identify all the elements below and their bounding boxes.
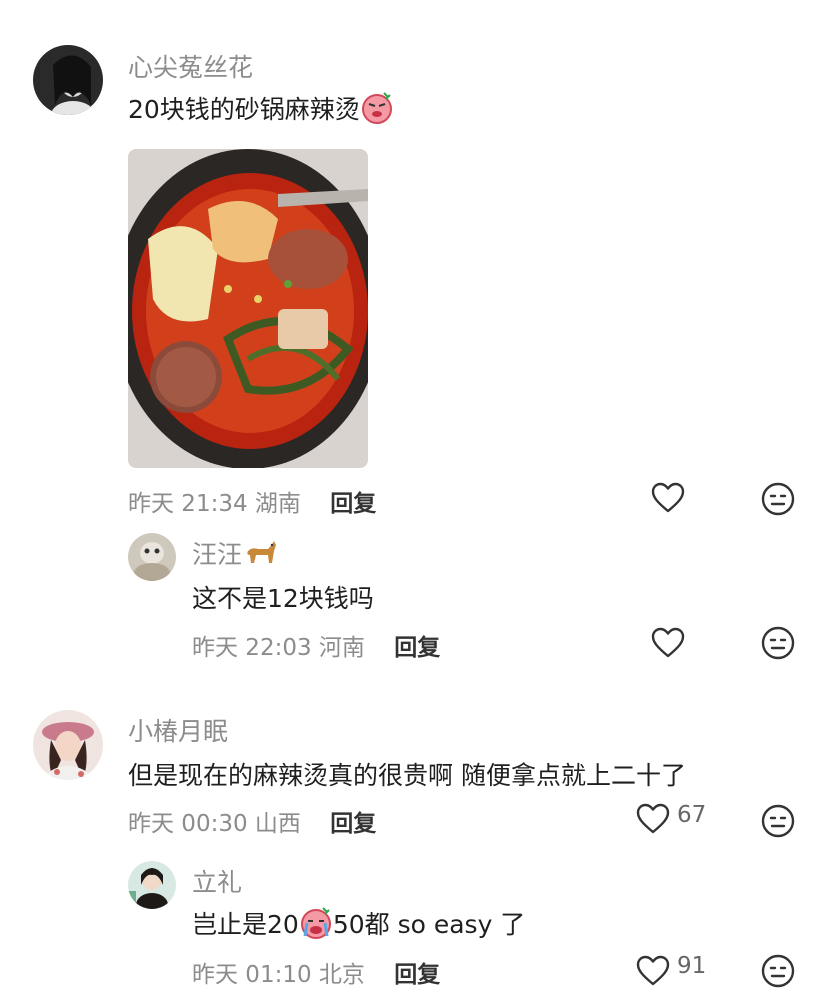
dislike-button[interactable] — [761, 626, 795, 660]
reply-item: 汪汪 这不是12块钱吗 昨天 22:03 河南 回复 — [0, 525, 828, 665]
dislike-button[interactable] — [761, 482, 795, 516]
reply-time: 昨天 22:03 — [192, 635, 312, 661]
like-button[interactable] — [651, 627, 685, 659]
reply-meta: 昨天 22:03 河南 回复 — [192, 628, 440, 662]
angry-face-emoji — [360, 91, 394, 131]
reply-button[interactable]: 回复 — [394, 962, 440, 988]
comment-time: 昨天 21:34 — [128, 491, 248, 517]
username[interactable]: 汪汪 — [192, 535, 278, 575]
avatar[interactable] — [128, 533, 176, 581]
reply-button[interactable]: 回复 — [394, 635, 440, 661]
comment-item: 心尖菟丝花 20块钱的砂锅麻辣烫 昨天 21:34 湖南 回复 — [0, 0, 828, 520]
comment-location: 湖南 — [254, 491, 301, 517]
username[interactable]: 小椿月眠 — [128, 712, 228, 748]
reply-button[interactable]: 回复 — [330, 491, 376, 517]
neutral-face-icon — [761, 804, 795, 838]
comment-meta: 昨天 21:34 湖南 回复 — [128, 484, 376, 518]
like-button[interactable] — [636, 955, 670, 987]
reply-item: 立礼 岂止是20 50都 so easy 了 昨天 01:10 北京 回复 91 — [0, 855, 828, 988]
reply-text: 这不是12块钱吗 — [192, 584, 374, 613]
username[interactable]: 立礼 — [192, 863, 242, 899]
reply-meta: 昨天 01:10 北京 回复 — [192, 955, 440, 989]
avatar[interactable] — [128, 861, 176, 909]
reply-button[interactable]: 回复 — [330, 811, 376, 837]
avatar[interactable] — [33, 710, 103, 780]
username[interactable]: 心尖菟丝花 — [128, 48, 253, 84]
heart-outline-icon — [651, 627, 685, 658]
reply-location: 河南 — [318, 635, 365, 661]
like-count: 91 — [677, 953, 707, 979]
neutral-face-icon — [761, 954, 795, 988]
heart-outline-icon — [636, 803, 670, 834]
like-count: 67 — [677, 802, 707, 828]
like-button[interactable] — [651, 482, 685, 514]
comment-meta: 昨天 00:30 山西 回复 — [128, 804, 376, 838]
heart-outline-icon — [651, 482, 685, 513]
reply-location: 北京 — [318, 962, 365, 988]
comment-text-body: 20块钱的砂锅麻辣烫 — [128, 95, 360, 124]
comment-text: 20块钱的砂锅麻辣烫 — [128, 90, 394, 131]
reply-time: 昨天 01:10 — [192, 962, 312, 988]
dislike-button[interactable] — [761, 954, 795, 988]
crying-face-emoji — [299, 906, 333, 946]
food-photo[interactable] — [128, 149, 368, 468]
neutral-face-icon — [761, 626, 795, 660]
reply-text-before: 岂止是20 — [192, 910, 299, 939]
dislike-button[interactable] — [761, 804, 795, 838]
reply-text: 岂止是20 50都 so easy 了 — [192, 905, 525, 946]
neutral-face-icon — [761, 482, 795, 516]
username-text: 汪汪 — [192, 540, 243, 569]
reply-text-after: 50都 so easy 了 — [332, 910, 526, 939]
comment-item: 小椿月眠 但是现在的麻辣烫真的很贵啊 随便拿点就上二十了 昨天 00:30 山西… — [0, 700, 828, 845]
dog-emoji — [242, 537, 278, 575]
comment-time: 昨天 00:30 — [128, 811, 248, 837]
heart-outline-icon — [636, 955, 670, 986]
comment-location: 山西 — [254, 811, 301, 837]
like-button[interactable] — [636, 803, 670, 835]
comment-text: 但是现在的麻辣烫真的很贵啊 随便拿点就上二十了 — [128, 761, 686, 790]
avatar[interactable] — [33, 45, 103, 115]
